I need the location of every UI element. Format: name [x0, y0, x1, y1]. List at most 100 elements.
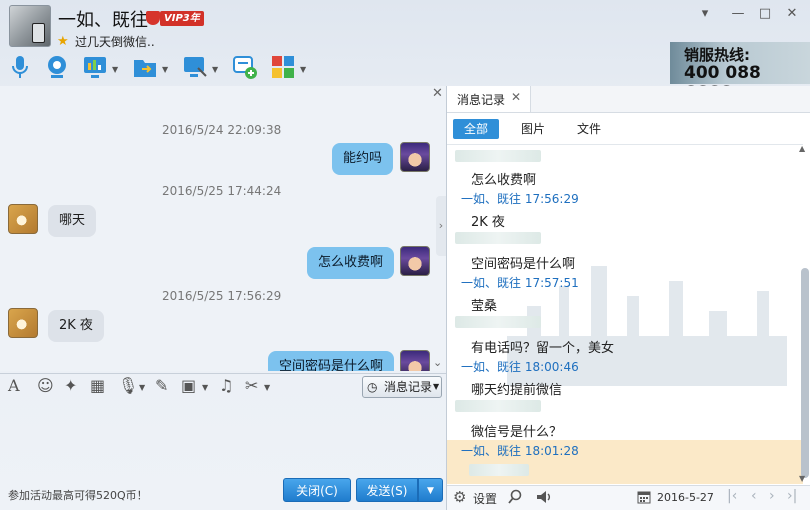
scissors-icon[interactable]: ✂	[245, 376, 258, 395]
chevron-down-icon[interactable]: ▼	[300, 65, 306, 74]
my-avatar[interactable]	[400, 246, 430, 276]
font-icon[interactable]: A	[8, 376, 20, 395]
scroll-up-icon[interactable]: ▲	[799, 144, 805, 153]
close-window-button[interactable]: ✕	[781, 4, 803, 24]
video-camera-icon[interactable]	[44, 54, 70, 80]
gear-icon[interactable]: ⚙	[453, 488, 466, 506]
screen-share-icon[interactable]	[82, 54, 108, 80]
emoji-icon[interactable]: ☺	[37, 376, 54, 395]
history-panel: 消息记录 ✕ 全部 图片 文件 怎么收费啊 一如、既往 17:56:29 2K …	[446, 86, 810, 510]
sent-message-bubble[interactable]: 能约吗	[332, 143, 394, 175]
edit-icon[interactable]: ✎	[155, 376, 168, 395]
history-sender: 一如、既往	[461, 276, 522, 290]
search-icon[interactable]	[507, 489, 523, 505]
dropdown-arrow-icon[interactable]: ▾	[694, 4, 716, 24]
history-sender-time[interactable]: 一如、既往 17:56:29	[461, 190, 579, 207]
history-message[interactable]: 微信号是什么？	[471, 421, 562, 440]
history-sender: 一如、既往	[461, 192, 522, 206]
vip-badge[interactable]: VIP3年	[160, 11, 204, 26]
received-message-bubble[interactable]: 哪天	[48, 205, 97, 237]
promo-text[interactable]: 参加活动最高可得520Q币！	[8, 487, 148, 503]
minimize-button[interactable]: —	[727, 4, 749, 24]
music-icon[interactable]: ♫	[219, 376, 233, 395]
message-plus-icon[interactable]	[232, 54, 258, 80]
history-message[interactable]: 哪天约提前微信	[471, 379, 562, 398]
contact-avatar-small[interactable]	[8, 204, 38, 234]
message-history-button[interactable]: ◷ 消息记录 ▼	[362, 376, 442, 398]
contact-name[interactable]: 一如、既往	[58, 6, 148, 32]
collapse-icon[interactable]: ✕	[432, 86, 443, 101]
chevron-down-icon[interactable]: ▼	[212, 65, 218, 74]
chevron-down-icon[interactable]: ▼	[139, 383, 145, 392]
history-message[interactable]: 2K 夜	[471, 211, 505, 230]
screenshot-icon[interactable]: ▦	[90, 376, 105, 395]
history-message[interactable]: 有电话吗？留一个，美女	[471, 337, 614, 356]
scroll-down-icon[interactable]: ▼	[799, 474, 805, 483]
scrollbar-thumb[interactable]	[801, 268, 809, 478]
speaker-icon[interactable]	[535, 489, 553, 505]
apps-grid-icon[interactable]	[270, 54, 296, 80]
image-icon[interactable]: ▣	[181, 376, 196, 395]
chevron-down-icon[interactable]: ▼	[264, 383, 270, 392]
prev-page-icon[interactable]: ‹	[751, 488, 757, 504]
chevron-down-icon[interactable]: ▼	[162, 65, 168, 74]
chat-area[interactable]: ✕ 2016/5/24 22:09:38 能约吗 2016/5/25 17:44…	[0, 86, 446, 371]
tab-label: 消息记录	[457, 93, 506, 107]
my-avatar[interactable]	[400, 350, 430, 371]
send-options-button[interactable]: ▼	[418, 478, 443, 502]
remote-desktop-icon[interactable]	[182, 54, 208, 80]
send-button[interactable]: 发送(S)	[356, 478, 418, 502]
chevron-down-icon[interactable]: ▼	[202, 383, 208, 392]
history-time: 17:57:51	[524, 276, 579, 290]
first-page-icon[interactable]: |‹	[727, 488, 737, 504]
history-sender-time[interactable]: 一如、既往 18:00:46	[461, 358, 579, 375]
history-time: 17:56:29	[524, 192, 579, 206]
message-history-label: 消息记录	[384, 380, 433, 394]
star-icon: ★	[57, 34, 69, 49]
maximize-button[interactable]: □	[754, 4, 776, 24]
last-page-icon[interactable]: ›|	[787, 488, 797, 504]
file-transfer-icon[interactable]	[132, 54, 158, 80]
hotline-label: 销服热线:	[684, 46, 750, 64]
calendar-icon[interactable]	[637, 490, 651, 504]
history-message[interactable]: 莹桑	[471, 295, 497, 314]
history-message[interactable]: 空间密码是什么啊	[471, 253, 575, 272]
close-tab-icon[interactable]: ✕	[511, 90, 521, 104]
history-message[interactable]: 怎么收费啊	[471, 169, 536, 188]
clock-icon: ◷	[367, 380, 378, 394]
history-sender-time[interactable]: 一如、既往 18:01:28	[461, 442, 579, 459]
expand-icon[interactable]: ⌄	[433, 356, 442, 369]
my-avatar[interactable]	[400, 142, 430, 172]
history-time: 18:01:28	[524, 444, 579, 458]
history-sender: 一如、既往	[461, 444, 522, 458]
contact-avatar-small[interactable]	[8, 308, 38, 338]
filter-files[interactable]: 文件	[577, 119, 601, 139]
redacted-name	[455, 316, 541, 328]
filter-all[interactable]: 全部	[453, 119, 499, 139]
sent-message-bubble[interactable]: 空间密码是什么啊	[268, 351, 395, 371]
history-date[interactable]: 2016-5-27	[657, 491, 714, 504]
voice-message-icon[interactable]: 🎙	[118, 376, 138, 395]
redacted-message	[469, 464, 529, 476]
chat-window: 一如、既往 VIP3年 ★ 过几天倒微信.. ▾ — □ ✕ 销服热线: 400…	[0, 0, 810, 510]
next-page-icon[interactable]: ›	[769, 488, 775, 504]
chevron-down-icon[interactable]: ▼	[112, 65, 118, 74]
microphone-icon[interactable]	[7, 54, 33, 80]
tab-message-history[interactable]: 消息记录 ✕	[447, 86, 531, 112]
message-input[interactable]	[0, 400, 446, 475]
sent-message-bubble[interactable]: 怎么收费啊	[307, 247, 395, 279]
redacted-name	[455, 150, 541, 162]
magic-wand-icon[interactable]: ✦	[64, 376, 77, 395]
message-timestamp: 2016/5/25 17:44:24	[162, 184, 282, 198]
history-time: 18:00:46	[524, 360, 579, 374]
settings-label[interactable]: 设置	[473, 490, 497, 507]
panel-toggle-handle[interactable]: ›	[436, 196, 446, 256]
close-button[interactable]: 关闭(C)	[283, 478, 351, 502]
history-sender-time[interactable]: 一如、既往 17:57:51	[461, 274, 579, 291]
divider	[447, 144, 803, 145]
contact-avatar[interactable]	[9, 5, 51, 47]
redacted-name	[455, 232, 541, 244]
received-message-bubble[interactable]: 2K 夜	[48, 310, 104, 342]
message-timestamp: 2016/5/25 17:56:29	[162, 289, 282, 303]
filter-images[interactable]: 图片	[521, 119, 545, 139]
